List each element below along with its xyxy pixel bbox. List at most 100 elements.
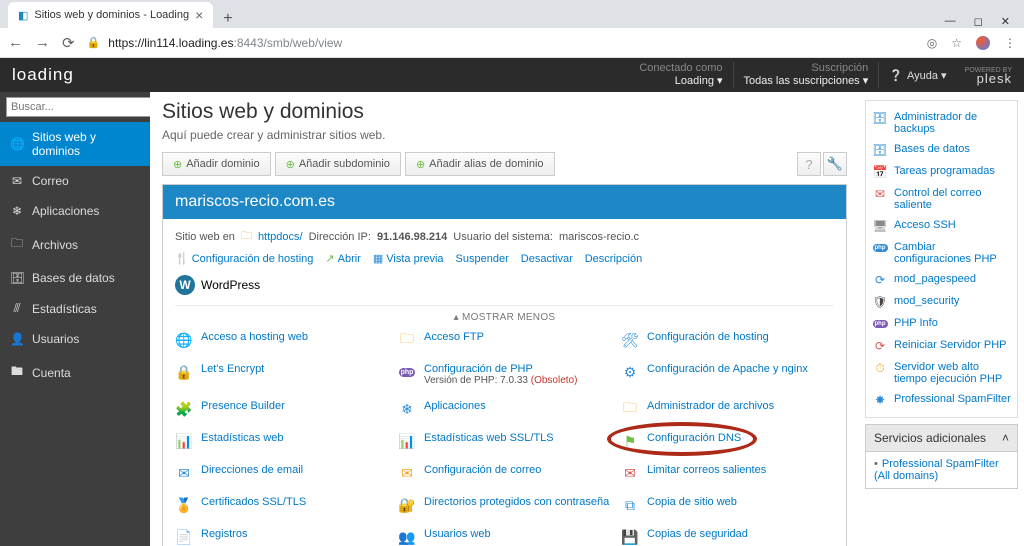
- settings-icon[interactable]: 🔧: [823, 152, 847, 176]
- tool-link[interactable]: Certificados SSL/TLS: [201, 496, 306, 508]
- header-user-block[interactable]: Conectado como Loading ▾: [629, 62, 733, 88]
- tool-link[interactable]: Registros: [201, 528, 247, 540]
- sidebar-icon: 🌐: [10, 137, 24, 151]
- php-icon: php: [398, 363, 416, 381]
- sidebar-label: Correo: [32, 174, 69, 188]
- tool-link[interactable]: Configuración de hosting: [647, 331, 769, 343]
- minimize-icon[interactable]: —: [945, 15, 956, 28]
- tool-link[interactable]: Configuración de correo: [424, 464, 541, 476]
- php-icon: php: [872, 241, 888, 255]
- right-tool-item: ✸Professional SpamFilter: [872, 389, 1011, 411]
- extra-services-header[interactable]: Servicios adicionales ˄: [865, 424, 1018, 451]
- tool-icon: ⧉: [621, 496, 639, 514]
- tool-link[interactable]: Configuración de PHP: [424, 363, 533, 375]
- tool-item: 🗀Acceso FTP: [398, 331, 611, 349]
- open-link[interactable]: ↗Abrir: [325, 252, 360, 265]
- tool-link[interactable]: Directorios protegidos con contraseña: [424, 496, 609, 508]
- suspend-link[interactable]: Suspender: [456, 252, 509, 265]
- tool-link[interactable]: Acceso a hosting web: [201, 331, 308, 343]
- description-link[interactable]: Descripción: [585, 252, 642, 265]
- tool-item: phpConfiguración de PHPVersión de PHP: 7…: [398, 363, 611, 386]
- browser-tab[interactable]: ◧ Sitios web y dominios - Loading ×: [8, 2, 213, 28]
- extra-service-link[interactable]: Professional SpamFilter (All domains): [874, 458, 999, 482]
- url-path: :8443/smb/web/view: [233, 36, 342, 50]
- sidebar-search: 🔍: [6, 97, 144, 117]
- star-icon[interactable]: ☆: [951, 36, 962, 50]
- right-tool-link[interactable]: Reiniciar Servidor PHP: [894, 339, 1006, 351]
- sidebar-item[interactable]: ❄Aplicaciones: [0, 196, 150, 226]
- right-tool-link[interactable]: Cambiar configuraciones PHP: [894, 241, 1011, 265]
- reload-icon[interactable]: ⟳: [62, 34, 75, 52]
- tool-link[interactable]: Presence Builder: [201, 400, 285, 412]
- disable-link[interactable]: Desactivar: [521, 252, 573, 265]
- sidebar-icon: 🗄: [10, 271, 24, 285]
- sidebar-icon: ❄: [10, 204, 24, 218]
- preview-link[interactable]: ▦Vista previa: [373, 252, 444, 265]
- sidebar-item[interactable]: 🖿Cuenta: [0, 354, 150, 391]
- wordpress-link[interactable]: WordPress: [201, 278, 260, 292]
- help-icon[interactable]: ?: [797, 152, 821, 176]
- extra-services-list: •Professional SpamFilter (All domains): [865, 451, 1018, 489]
- tool-link[interactable]: Configuración de Apache y nginx: [647, 363, 808, 375]
- tool-icon: 👥: [398, 528, 416, 546]
- right-tool-link[interactable]: Control del correo saliente: [894, 187, 1011, 211]
- tool-link[interactable]: Copias de seguridad: [647, 528, 748, 540]
- help-menu[interactable]: ❔ Ayuda ▾: [879, 69, 956, 82]
- tool-link[interactable]: Usuarios web: [424, 528, 491, 540]
- close-icon[interactable]: ×: [195, 7, 203, 23]
- show-less-toggle[interactable]: ▴ MOSTRAR MENOS: [175, 305, 834, 323]
- right-tool-link[interactable]: Servidor web alto tiempo ejecución PHP: [894, 361, 1011, 385]
- right-tool-link[interactable]: Administrador de backups: [894, 111, 1011, 135]
- hosting-config-link[interactable]: 🍴Configuración de hosting: [175, 252, 313, 265]
- right-tool-item: php Cambiar configuraciones PHP: [872, 237, 1011, 269]
- sidebar-item[interactable]: ✉Correo: [0, 166, 150, 196]
- back-icon[interactable]: ←: [8, 34, 23, 51]
- tool-link[interactable]: Configuración DNS: [647, 432, 741, 444]
- sidebar-item[interactable]: 🗄Bases de datos: [0, 263, 150, 293]
- right-tool-link[interactable]: mod_pagespeed: [894, 273, 976, 285]
- tool-link[interactable]: Estadísticas web: [201, 432, 284, 444]
- app-header: loading Conectado como Loading ▾ Suscrip…: [0, 58, 1024, 92]
- header-subscription-block[interactable]: Suscripción Todas las suscripciones ▾: [734, 62, 880, 88]
- right-tool-link[interactable]: Professional SpamFilter: [894, 393, 1011, 405]
- right-tool-item: ✉Control del correo saliente: [872, 183, 1011, 215]
- tool-link[interactable]: Let's Encrypt: [201, 363, 264, 375]
- tool-link[interactable]: Administrador de archivos: [647, 400, 774, 412]
- qr-icon[interactable]: ◎: [927, 36, 937, 50]
- sidebar-item[interactable]: ⫻Estadísticas: [0, 293, 150, 324]
- menu-icon[interactable]: ⋮: [1004, 36, 1016, 50]
- tool-link[interactable]: Copia de sitio web: [647, 496, 737, 508]
- forward-icon[interactable]: →: [35, 34, 50, 51]
- tool-link[interactable]: Aplicaciones: [424, 400, 486, 412]
- profile-avatar[interactable]: [976, 36, 990, 50]
- add-alias-button[interactable]: ⊕Añadir alias de dominio: [405, 152, 555, 176]
- sidebar: 🔍 🌐Sitios web y dominios✉Correo❄Aplicaci…: [0, 92, 150, 546]
- httpdocs-link[interactable]: httpdocs/: [258, 231, 303, 243]
- sidebar-item[interactable]: 🌐Sitios web y dominios: [0, 122, 150, 166]
- tool-link[interactable]: Limitar correos salientes: [647, 464, 766, 476]
- tool-icon: ⏱: [872, 361, 888, 375]
- tool-link[interactable]: Estadísticas web SSL/TLS: [424, 432, 554, 444]
- right-tool-link[interactable]: mod_security: [894, 295, 959, 307]
- right-tool-link[interactable]: PHP Info: [894, 317, 938, 329]
- add-subdomain-button[interactable]: ⊕Añadir subdominio: [275, 152, 401, 176]
- new-tab-button[interactable]: +: [213, 10, 242, 28]
- right-tool-link[interactable]: Bases de datos: [894, 143, 970, 155]
- tool-icon: ⚙: [621, 363, 639, 381]
- tab-title: Sitios web y dominios - Loading: [34, 9, 189, 21]
- sidebar-item[interactable]: 🗀Archivos: [0, 226, 150, 263]
- right-tool-link[interactable]: Acceso SSH: [894, 219, 956, 231]
- address-bar[interactable]: 🔒 https://lin114.loading.es:8443/smb/web…: [87, 36, 915, 50]
- tool-icon: 🛠: [621, 331, 639, 349]
- tool-item: 📊Estadísticas web SSL/TLS: [398, 432, 611, 450]
- tool-icon: 🖥: [872, 219, 888, 233]
- add-domain-button[interactable]: ⊕Añadir dominio: [162, 152, 271, 176]
- tool-link[interactable]: Direcciones de email: [201, 464, 303, 476]
- tool-link[interactable]: Acceso FTP: [424, 331, 484, 343]
- search-input[interactable]: [6, 97, 158, 117]
- sidebar-item[interactable]: 👤Usuarios: [0, 324, 150, 354]
- right-tool-link[interactable]: Tareas programadas: [894, 165, 995, 177]
- maximize-icon[interactable]: ◻: [974, 15, 983, 28]
- right-tools-box: 🗄Administrador de backups🗄Bases de datos…: [865, 100, 1018, 418]
- close-window-icon[interactable]: ✕: [1001, 15, 1010, 28]
